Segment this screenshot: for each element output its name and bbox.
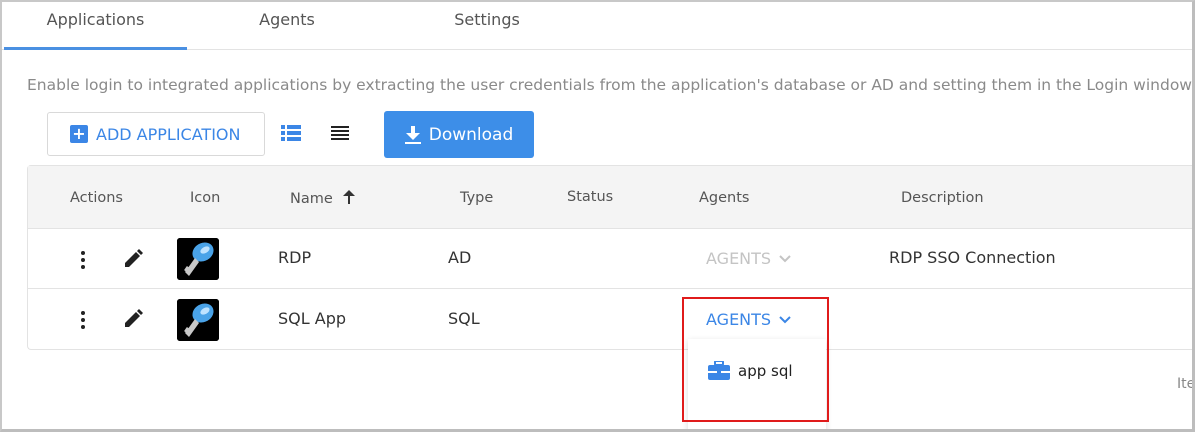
tab-applications[interactable]: Applications xyxy=(4,2,187,50)
app-name: SQL App xyxy=(278,309,347,328)
table-row: RDP AD AGENTS RDP SSO Connection xyxy=(28,229,1192,289)
header-name-label: Name xyxy=(290,191,333,207)
agents-dropdown-label: AGENTS xyxy=(706,310,772,329)
plus-icon: + xyxy=(70,125,88,143)
tab-label: Agents xyxy=(259,10,315,29)
download-button[interactable]: Download xyxy=(384,111,534,158)
sort-ascending-icon xyxy=(343,190,356,204)
download-icon xyxy=(404,125,421,144)
app-key-icon xyxy=(177,238,219,280)
more-actions-icon[interactable] xyxy=(80,251,86,271)
app-description: RDP SSO Connection xyxy=(889,248,1056,267)
table-header: Actions Icon Name Type Status Agents Des… xyxy=(28,166,1192,229)
header-type: Type xyxy=(460,190,494,206)
items-per-page-label: Ite xyxy=(1177,376,1195,392)
page-description: Enable login to integrated applications … xyxy=(27,76,1195,94)
header-description: Description xyxy=(901,190,984,206)
chevron-down-icon xyxy=(779,254,791,262)
briefcase-icon xyxy=(708,361,730,380)
applications-table: Actions Icon Name Type Status Agents Des… xyxy=(27,165,1192,350)
tab-settings[interactable]: Settings xyxy=(387,2,587,50)
list-view-icon[interactable] xyxy=(281,124,303,144)
download-label: Download xyxy=(428,124,514,145)
agents-dropdown: AGENTS xyxy=(706,249,791,268)
agents-dropdown[interactable]: AGENTS xyxy=(706,310,791,329)
more-actions-icon[interactable] xyxy=(80,311,86,331)
header-agents: Agents xyxy=(699,190,750,206)
add-application-label: ADD APPLICATION xyxy=(96,124,241,144)
edit-icon[interactable] xyxy=(123,249,143,269)
app-type: AD xyxy=(448,248,472,267)
tab-label: Settings xyxy=(454,10,520,29)
header-status: Status xyxy=(567,189,614,205)
app-key-icon xyxy=(177,299,219,341)
agent-menu-item-label: app sql xyxy=(738,361,793,380)
app-type: SQL xyxy=(448,309,480,328)
tab-label: Applications xyxy=(46,10,145,29)
agents-dropdown-label: AGENTS xyxy=(706,249,772,268)
chevron-down-icon xyxy=(779,315,791,323)
table-row: SQL App SQL AGENTS xyxy=(28,290,1192,350)
tab-bar: Applications Agents Settings xyxy=(2,2,1192,50)
agent-menu-item[interactable]: app sql xyxy=(708,361,793,380)
header-icon: Icon xyxy=(190,190,221,206)
header-name[interactable]: Name xyxy=(290,190,356,207)
tab-agents[interactable]: Agents xyxy=(187,2,387,50)
app-name: RDP xyxy=(278,248,312,267)
agents-dropdown-menu: app sql xyxy=(688,339,826,429)
header-actions: Actions xyxy=(70,190,123,206)
compact-list-icon[interactable] xyxy=(331,124,353,144)
add-application-button[interactable]: + ADD APPLICATION xyxy=(47,112,265,156)
edit-icon[interactable] xyxy=(123,309,143,329)
app-window: Applications Agents Settings Enable logi… xyxy=(0,0,1195,432)
